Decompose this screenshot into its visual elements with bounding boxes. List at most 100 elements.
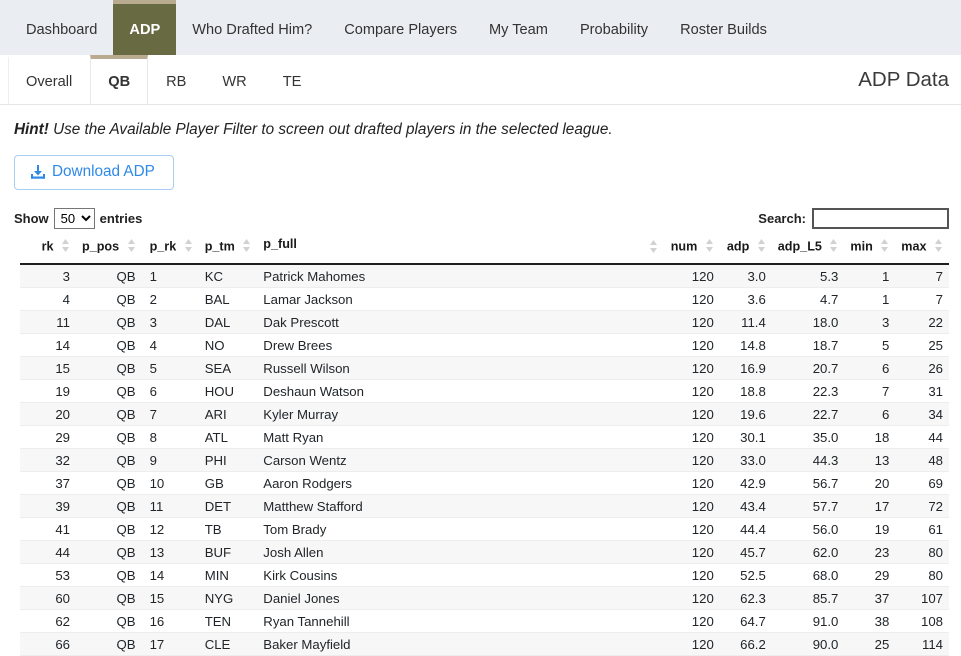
cell-adp-l5: 85.7 [771, 586, 845, 610]
header-label: max [901, 238, 927, 253]
cell-max: 61 [895, 517, 949, 541]
tab-qb[interactable]: QB [90, 55, 149, 104]
cell-rk: 37 [20, 471, 76, 495]
cell-num: 120 [663, 379, 720, 403]
table-row[interactable]: 3 QB 1 KC Patrick Mahomes 120 3.0 5.3 1 7 [20, 264, 949, 288]
tab-label: RB [166, 73, 187, 90]
table-row[interactable]: 41 QB 12 TB Tom Brady 120 44.4 56.0 19 61 [20, 517, 949, 541]
nav-item-compare-players[interactable]: Compare Players [328, 0, 473, 55]
cell-p-tm: KC [198, 264, 258, 288]
nav-label: My Team [489, 21, 548, 38]
cell-max: 7 [895, 287, 949, 311]
show-label: Show [14, 211, 49, 226]
cell-min: 20 [844, 471, 896, 495]
column-header-p-full[interactable]: p_full [257, 235, 664, 265]
nav-label: Who Drafted Him? [192, 21, 313, 38]
cell-p-rk: 8 [141, 425, 199, 449]
cell-p-tm: ATL [198, 425, 258, 449]
cell-adp: 11.4 [719, 310, 772, 334]
table-row[interactable]: 44 QB 13 BUF Josh Allen 120 45.7 62.0 23 80 [20, 540, 949, 564]
cell-p-pos: QB [76, 425, 142, 449]
cell-p-rk: 5 [141, 356, 199, 380]
cell-adp: 45.7 [719, 540, 772, 564]
cell-p-rk: 17 [141, 632, 199, 656]
nav-label: Compare Players [344, 21, 457, 38]
table-row[interactable]: 53 QB 14 MIN Kirk Cousins 120 52.5 68.0 29 80 [20, 563, 949, 587]
table-header-row: rk p_pos p_rk p_tm p_full num adp adp_L5… [20, 235, 949, 265]
cell-p-rk: 9 [141, 448, 199, 472]
cell-min: 6 [844, 356, 896, 380]
cell-min: 7 [844, 379, 896, 403]
cell-adp-l5: 4.7 [771, 287, 845, 311]
table-row[interactable]: 15 QB 5 SEA Russell Wilson 120 16.9 20.7 6 26 [20, 356, 949, 380]
cell-p-pos: QB [76, 586, 142, 610]
cell-rk: 66 [20, 632, 76, 656]
download-adp-button[interactable]: Download ADP [14, 155, 174, 190]
nav-item-adp[interactable]: ADP [113, 0, 177, 55]
table-row[interactable]: 4 QB 2 BAL Lamar Jackson 120 3.6 4.7 1 7 [20, 287, 949, 311]
table-row[interactable]: 11 QB 3 DAL Dak Prescott 120 11.4 18.0 3 22 [20, 310, 949, 334]
nav-item-roster-builds[interactable]: Roster Builds [664, 0, 783, 55]
cell-num: 120 [663, 425, 720, 449]
cell-p-pos: QB [76, 632, 142, 656]
cell-p-full: Drew Brees [257, 333, 664, 357]
cell-adp: 33.0 [719, 448, 772, 472]
cell-min: 5 [844, 333, 896, 357]
cell-p-tm: TEN [198, 609, 258, 633]
cell-rk: 29 [20, 425, 76, 449]
header-label: min [850, 238, 873, 253]
table-row[interactable]: 60 QB 15 NYG Daniel Jones 120 62.3 85.7 37 107 [20, 586, 949, 610]
nav-item-dashboard[interactable]: Dashboard [10, 0, 113, 55]
header-label: p_tm [204, 238, 235, 253]
column-header-min[interactable]: min [844, 235, 896, 265]
page-length-select[interactable]: 50 [53, 208, 95, 229]
cell-adp: 43.4 [719, 494, 772, 518]
cell-p-rk: 1 [141, 264, 199, 288]
table-row[interactable]: 14 QB 4 NO Drew Brees 120 14.8 18.7 5 25 [20, 333, 949, 357]
cell-min: 3 [844, 310, 896, 334]
cell-adp-l5: 20.7 [771, 356, 845, 380]
sort-arrows-icon [242, 238, 251, 255]
nav-item-probability[interactable]: Probability [564, 0, 664, 55]
cell-p-pos: QB [76, 287, 142, 311]
cell-max: 7 [895, 264, 949, 288]
cell-adp: 30.1 [719, 425, 772, 449]
table-row[interactable]: 39 QB 11 DET Matthew Stafford 120 43.4 57.7 17 72 [20, 494, 949, 518]
cell-adp: 16.9 [719, 356, 772, 380]
table-row[interactable]: 20 QB 7 ARI Kyler Murray 120 19.6 22.7 6 34 [20, 402, 949, 426]
main-content: Hint! Use the Available Player Filter to… [0, 105, 961, 656]
column-header-max[interactable]: max [895, 235, 949, 265]
download-row: Download ADP [10, 139, 951, 200]
column-header-rk[interactable]: rk [20, 235, 76, 265]
cell-max: 72 [895, 494, 949, 518]
table-row[interactable]: 19 QB 6 HOU Deshaun Watson 120 18.8 22.3 7 31 [20, 379, 949, 403]
cell-p-rk: 12 [141, 517, 199, 541]
cell-adp-l5: 18.0 [771, 310, 845, 334]
column-header-p-rk[interactable]: p_rk [141, 235, 199, 265]
column-header-adp[interactable]: adp [719, 235, 772, 265]
table-row[interactable]: 62 QB 16 TEN Ryan Tannehill 120 64.7 91.0 38 108 [20, 609, 949, 633]
tab-overall[interactable]: Overall [8, 55, 90, 104]
tab-wr[interactable]: WR [204, 55, 264, 104]
cell-adp-l5: 5.3 [771, 264, 845, 288]
hint-text: Hint! Use the Available Player Filter to… [10, 105, 951, 139]
table-row[interactable]: 32 QB 9 PHI Carson Wentz 120 33.0 44.3 13 48 [20, 448, 949, 472]
cell-max: 114 [895, 632, 949, 656]
cell-adp-l5: 18.7 [771, 333, 845, 357]
adp-table: rk p_pos p_rk p_tm p_full num adp adp_L5… [20, 235, 949, 656]
nav-item-who-drafted-him[interactable]: Who Drafted Him? [176, 0, 328, 55]
table-row[interactable]: 66 QB 17 CLE Baker Mayfield 120 66.2 90.0 25 114 [20, 632, 949, 656]
cell-p-full: Baker Mayfield [257, 632, 664, 656]
cell-p-pos: QB [76, 517, 142, 541]
position-tabs: Overall QB RB WR TE ADP Data [0, 55, 961, 105]
tab-rb[interactable]: RB [148, 55, 204, 104]
nav-item-my-team[interactable]: My Team [473, 0, 564, 55]
column-header-p-pos[interactable]: p_pos [76, 235, 142, 265]
column-header-p-tm[interactable]: p_tm [198, 235, 258, 265]
column-header-adp-l5[interactable]: adp_L5 [771, 235, 845, 265]
search-input[interactable] [812, 208, 949, 229]
table-row[interactable]: 37 QB 10 GB Aaron Rodgers 120 42.9 56.7 20 69 [20, 471, 949, 495]
tab-te[interactable]: TE [265, 55, 320, 104]
table-row[interactable]: 29 QB 8 ATL Matt Ryan 120 30.1 35.0 18 44 [20, 425, 949, 449]
column-header-num[interactable]: num [663, 235, 720, 265]
